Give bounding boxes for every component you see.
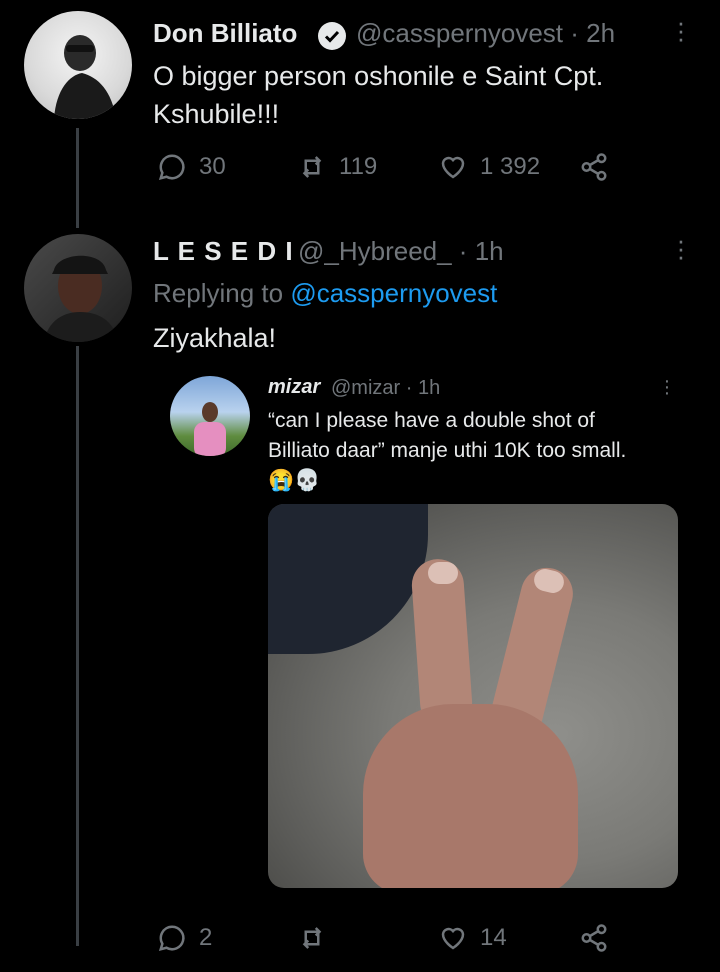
- retweet-icon: [302, 927, 322, 949]
- like-count: 14: [480, 924, 507, 951]
- quote-media-image[interactable]: [268, 504, 678, 888]
- more-icon[interactable]: · · ·: [676, 9, 686, 51]
- author-name[interactable]: L E S E D I: [153, 236, 294, 267]
- tweet-text-line: O bigger person oshonile e Saint Cpt.: [153, 61, 604, 91]
- quote-text-line: “can I please have a double shot of: [268, 409, 595, 432]
- replying-to-prefix: Replying to: [153, 278, 284, 308]
- avatar[interactable]: [24, 11, 132, 119]
- verified-badge-icon: [318, 22, 346, 50]
- more-icon[interactable]: · · ·: [662, 371, 672, 403]
- reply-button[interactable]: 30: [157, 152, 226, 182]
- image-nail-shape: [428, 562, 458, 584]
- reply-icon: [158, 925, 185, 952]
- tweet-text-line: Ziyakhala!: [153, 323, 277, 353]
- quote-author-handle[interactable]: @mizar · 1h: [331, 377, 440, 400]
- like-button[interactable]: 14: [438, 923, 507, 953]
- more-icon[interactable]: · · ·: [676, 227, 686, 269]
- image-hand-shape: [363, 704, 578, 888]
- share-icon: [581, 924, 607, 952]
- replying-to: Replying to @casspernyovest: [153, 278, 497, 309]
- like-button[interactable]: 1 392: [438, 152, 540, 182]
- share-icon: [581, 153, 607, 181]
- tweet-text-line: Kshubile!!!: [153, 99, 280, 129]
- image-background-shape: [268, 504, 428, 654]
- retweet-button[interactable]: [297, 923, 327, 953]
- share-button[interactable]: [579, 152, 609, 182]
- thread-connector-line: [76, 346, 79, 946]
- avatar[interactable]: [24, 234, 132, 342]
- share-button[interactable]: [579, 923, 609, 953]
- quote-emoji: 😭💀: [268, 469, 321, 492]
- replying-to-handle[interactable]: @casspernyovest: [290, 278, 497, 308]
- retweet-icon: [302, 156, 322, 178]
- quote-text-line: Billiato daar” manje uthi 10K too small.: [268, 439, 627, 462]
- retweet-count: 119: [339, 153, 378, 180]
- heart-icon: [441, 927, 465, 950]
- like-count: 1 392: [480, 153, 541, 180]
- author-handle[interactable]: @casspernyovest · 2h: [356, 18, 615, 49]
- retweet-button[interactable]: 119: [297, 152, 377, 182]
- reply-button[interactable]: 2: [157, 923, 212, 953]
- heart-icon: [441, 156, 465, 179]
- reply-count: 30: [199, 153, 226, 180]
- author-name[interactable]: Don Billiato: [153, 18, 297, 49]
- avatar[interactable]: [170, 376, 250, 456]
- reply-icon: [158, 154, 185, 181]
- author-handle[interactable]: @_Hybreed_ · 1h: [298, 236, 504, 267]
- thread-connector-line: [76, 128, 79, 228]
- reply-count: 2: [199, 924, 213, 951]
- quote-author-name[interactable]: mizar: [268, 376, 320, 399]
